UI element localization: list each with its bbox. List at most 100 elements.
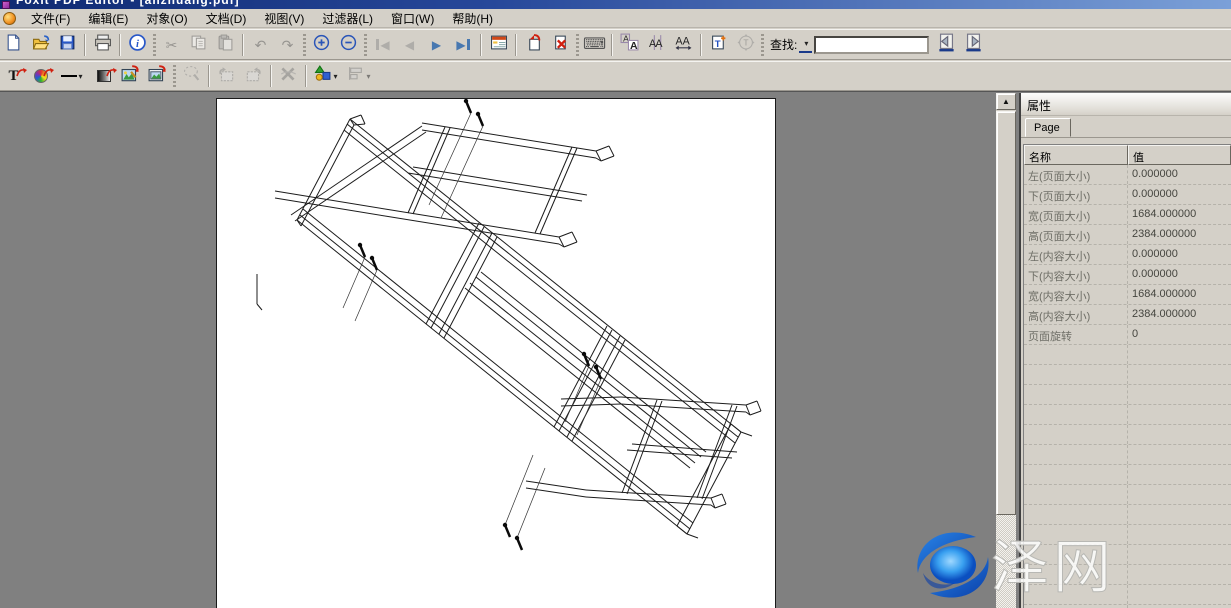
- font-embed-button[interactable]: AA: [616, 32, 643, 57]
- font-width-button[interactable]: AA: [670, 32, 697, 57]
- toolbar-grip[interactable]: [576, 34, 579, 56]
- keyboard-button[interactable]: ⌨: [581, 32, 608, 57]
- open-button[interactable]: [27, 32, 54, 57]
- lasso-button[interactable]: [178, 64, 205, 89]
- menu-help[interactable]: 帮助(H): [443, 8, 502, 29]
- scrollbar-track[interactable]: [996, 515, 1016, 608]
- copy-button[interactable]: [185, 32, 212, 57]
- font-embed-icon: AA: [620, 33, 639, 56]
- find-next-button[interactable]: [960, 32, 987, 57]
- align-button[interactable]: ▾: [342, 64, 376, 89]
- menu-edit[interactable]: 编辑(E): [79, 8, 137, 29]
- properties-table: 名称 值 左(页面大小) 0.000000 下(页面大小) 0.000000: [1023, 144, 1231, 608]
- text-orientation-button[interactable]: T: [732, 32, 759, 57]
- lasso-icon: [183, 65, 201, 87]
- property-row-empty[interactable]: [1024, 565, 1231, 585]
- delete-object-button[interactable]: [275, 64, 302, 89]
- property-row[interactable]: 宽(内容大小) 1684.000000: [1024, 285, 1231, 305]
- print-button[interactable]: [89, 32, 116, 57]
- find-input[interactable]: [814, 36, 929, 54]
- property-row-empty[interactable]: [1024, 425, 1231, 445]
- scroll-up-button[interactable]: ▲: [996, 93, 1016, 110]
- property-row-empty[interactable]: [1024, 365, 1231, 385]
- find-history-dropdown[interactable]: ▾: [799, 36, 812, 53]
- property-row-empty[interactable]: [1024, 505, 1231, 525]
- edit-color-button[interactable]: [27, 64, 54, 89]
- line-style-button[interactable]: ▾: [54, 64, 90, 89]
- paste-button[interactable]: [212, 32, 239, 57]
- font-spacing-icon: AA: [648, 34, 666, 56]
- property-row-empty[interactable]: [1024, 485, 1231, 505]
- add-text-button[interactable]: T: [705, 32, 732, 57]
- redo-button[interactable]: ↷: [274, 32, 301, 57]
- property-row[interactable]: 左(页面大小) 0.000000: [1024, 165, 1231, 185]
- rotate-right-icon: [244, 65, 263, 88]
- separator: [84, 34, 86, 56]
- property-row-empty[interactable]: [1024, 385, 1231, 405]
- property-row[interactable]: 高(内容大小) 2384.000000: [1024, 305, 1231, 325]
- first-page-button[interactable]: ◀: [369, 32, 396, 57]
- toolbar-grip[interactable]: [303, 34, 306, 56]
- property-row[interactable]: 下(内容大小) 0.000000: [1024, 265, 1231, 285]
- undo-button[interactable]: ↶: [247, 32, 274, 57]
- rotate-left-button[interactable]: [213, 64, 240, 89]
- keyboard-icon: ⌨: [583, 37, 606, 53]
- menu-filter[interactable]: 过滤器(L): [313, 8, 382, 29]
- shapes-button[interactable]: ▾: [310, 64, 342, 89]
- property-row-empty[interactable]: [1024, 585, 1231, 605]
- column-header-value[interactable]: 值: [1128, 145, 1231, 165]
- scrollbar-thumb[interactable]: [996, 111, 1016, 515]
- property-row-empty[interactable]: [1024, 345, 1231, 365]
- delete-page-button[interactable]: [547, 32, 574, 57]
- toolbar-grip[interactable]: [761, 34, 764, 56]
- menu-object[interactable]: 对象(O): [137, 8, 196, 29]
- menu-document[interactable]: 文档(D): [197, 8, 256, 29]
- menu-window[interactable]: 窗口(W): [382, 8, 443, 29]
- find-previous-button[interactable]: [933, 32, 960, 57]
- replace-image-button[interactable]: [144, 64, 171, 89]
- tab-page[interactable]: Page: [1025, 118, 1071, 137]
- pdf-page-canvas[interactable]: [216, 98, 776, 608]
- svg-text:A: A: [655, 37, 663, 49]
- toolbar-grip[interactable]: [153, 34, 156, 56]
- toolbar-grip[interactable]: [173, 65, 176, 87]
- property-row-empty[interactable]: [1024, 445, 1231, 465]
- edit-text-button[interactable]: T: [0, 64, 27, 89]
- property-name: 宽(页面大小): [1024, 205, 1128, 224]
- column-header-name[interactable]: 名称: [1024, 145, 1128, 165]
- rotate-page-button[interactable]: [520, 32, 547, 57]
- page-format-button[interactable]: [485, 32, 512, 57]
- zoom-out-button[interactable]: [335, 32, 362, 57]
- property-row[interactable]: 下(页面大小) 0.000000: [1024, 185, 1231, 205]
- property-row-empty[interactable]: [1024, 545, 1231, 565]
- property-row[interactable]: 页面旋转 0: [1024, 325, 1231, 345]
- properties-panel-title: 属性: [1021, 93, 1231, 116]
- menu-view[interactable]: 视图(V): [255, 8, 313, 29]
- property-row-empty[interactable]: [1024, 465, 1231, 485]
- new-button[interactable]: [0, 32, 27, 57]
- toolbar-grip[interactable]: [364, 34, 367, 56]
- property-row-empty[interactable]: [1024, 525, 1231, 545]
- vertical-scrollbar[interactable]: ▲: [996, 93, 1016, 608]
- toolbar-main: i ✂ ↶ ↷ ◀ ◀ ▶ ▶ ⌨ AA A: [0, 29, 1231, 60]
- property-name: 高(页面大小): [1024, 225, 1128, 244]
- info-button[interactable]: i: [124, 32, 151, 57]
- menu-file[interactable]: 文件(F): [22, 8, 79, 29]
- last-page-button[interactable]: ▶: [450, 32, 477, 57]
- next-page-button[interactable]: ▶: [423, 32, 450, 57]
- cut-button[interactable]: ✂: [158, 32, 185, 57]
- property-row[interactable]: 高(页面大小) 2384.000000: [1024, 225, 1231, 245]
- zoom-in-button[interactable]: [308, 32, 335, 57]
- rotate-right-button[interactable]: [240, 64, 267, 89]
- previous-page-button[interactable]: ◀: [396, 32, 423, 57]
- property-row[interactable]: 宽(页面大小) 1684.000000: [1024, 205, 1231, 225]
- edit-image-button[interactable]: [117, 64, 144, 89]
- font-spacing-button[interactable]: AA: [643, 32, 670, 57]
- gradient-fill-button[interactable]: [90, 64, 117, 89]
- save-button[interactable]: [54, 32, 81, 57]
- property-row-empty[interactable]: [1024, 405, 1231, 425]
- property-row[interactable]: 左(内容大小) 0.000000: [1024, 245, 1231, 265]
- page-drawing: [217, 99, 775, 608]
- document-icon[interactable]: [3, 12, 16, 25]
- previous-page-icon: ◀: [405, 38, 414, 52]
